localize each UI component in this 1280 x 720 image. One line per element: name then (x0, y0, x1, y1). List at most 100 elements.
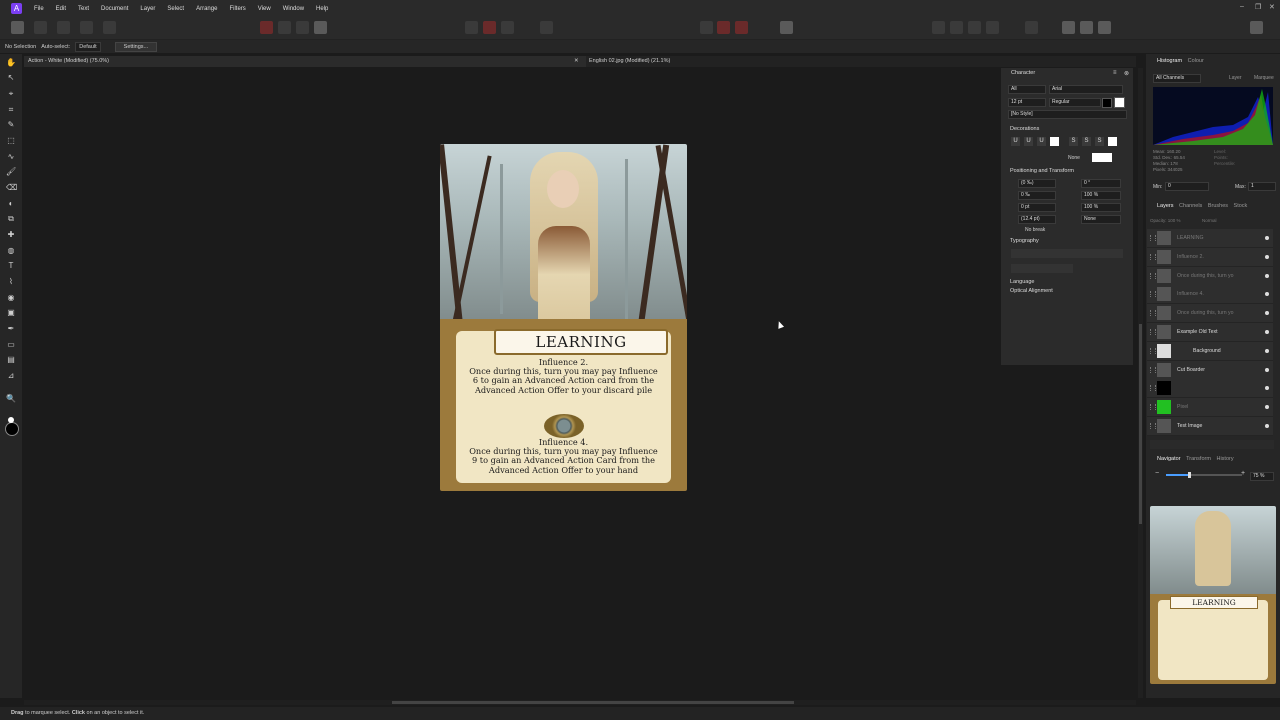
visibility-icon[interactable] (1265, 330, 1269, 334)
drag-handle-icon[interactable] (1150, 404, 1156, 411)
drag-handle-icon[interactable] (1150, 366, 1156, 373)
angle-field[interactable]: 0 ° (1081, 179, 1121, 188)
language-header[interactable]: Language (1010, 279, 1034, 285)
layer-row[interactable] (1147, 379, 1273, 399)
move-tool-icon[interactable]: ✋ (6, 58, 16, 68)
menu-help[interactable]: Help (310, 6, 334, 12)
tab-history[interactable]: History (1216, 456, 1233, 462)
typography-buttons[interactable] (1011, 249, 1123, 258)
decoration-fill-swatch[interactable] (1092, 153, 1112, 162)
rectangle-tool-icon[interactable]: ▭ (6, 340, 16, 350)
quick-mask-icon[interactable] (483, 21, 496, 34)
studio-icon[interactable] (1062, 21, 1075, 34)
visibility-icon[interactable] (1265, 292, 1269, 297)
refine-icon[interactable] (501, 21, 514, 34)
app-logo-icon[interactable]: A (11, 3, 22, 14)
paint-brush-icon[interactable]: 🖌 (6, 167, 16, 177)
eyedropper-icon[interactable]: ⌇ (6, 277, 16, 287)
tab-action-white[interactable]: Action - White (Modified) (75.0%) ✕ (24, 56, 586, 67)
crop-tool-icon[interactable]: ⌖ (6, 89, 16, 99)
develop-persona-icon[interactable] (57, 21, 70, 34)
layer-row[interactable]: Pixel (1147, 398, 1273, 418)
drag-handle-icon[interactable] (1150, 291, 1156, 298)
selection-brush-icon[interactable]: ⌗ (6, 105, 16, 115)
snapping-icon[interactable] (700, 21, 713, 34)
visibility-icon[interactable] (1265, 405, 1269, 410)
view-tool-icon[interactable]: ↖ (6, 73, 16, 83)
tone-mapping-persona-icon[interactable] (80, 21, 93, 34)
arrange-icon[interactable] (1025, 21, 1038, 34)
drag-handle-icon[interactable] (1150, 347, 1156, 354)
visibility-icon[interactable] (1265, 273, 1269, 278)
liquify-persona-icon[interactable] (34, 21, 47, 34)
erase-tool-icon[interactable]: ⌫ (6, 183, 17, 193)
layer-row[interactable]: Test Image (1147, 417, 1273, 436)
panel-scrollbar[interactable] (1138, 68, 1143, 698)
opacity-control[interactable]: Opacity: 100 % (1150, 218, 1181, 223)
visibility-icon[interactable] (1265, 348, 1269, 353)
visibility-icon[interactable] (1265, 311, 1269, 316)
primary-colour-swatch[interactable] (5, 422, 19, 436)
tab-navigator[interactable]: Navigator (1157, 456, 1181, 462)
zoom-tool-icon[interactable]: 🔍 (6, 394, 16, 404)
text-tool-icon[interactable]: T (6, 261, 16, 271)
visibility-icon[interactable] (1265, 386, 1269, 391)
visibility-icon[interactable] (1265, 254, 1269, 259)
menu-arrange[interactable]: Arrange (190, 6, 223, 12)
drag-handle-icon[interactable] (1150, 385, 1156, 392)
menu-layer[interactable]: Layer (134, 6, 161, 12)
tab-layers[interactable]: Layers (1157, 203, 1174, 209)
blend-mode-dropdown[interactable]: Normal (1202, 218, 1217, 223)
text-stroke-swatch[interactable] (1114, 97, 1125, 108)
layer-row[interactable]: Influence 2. (1147, 247, 1273, 267)
menu-edit[interactable]: Edit (50, 6, 72, 12)
font-family-dropdown[interactable]: Arial (1049, 85, 1123, 94)
distribute-icon[interactable] (986, 21, 999, 34)
layer-row[interactable]: Once during this, turn yo (1147, 266, 1273, 286)
menu-filters[interactable]: Filters (223, 6, 251, 12)
freehand-select-icon[interactable]: ∿ (6, 152, 16, 162)
zoom-in-icon[interactable]: + (1241, 470, 1245, 477)
menu-view[interactable]: View (252, 6, 277, 12)
underline-thick-icon[interactable]: U (1037, 137, 1046, 146)
min-field[interactable]: 0 (1165, 182, 1209, 191)
close-tab-icon[interactable]: ✕ (574, 56, 579, 67)
tab-english-02[interactable]: English 02.jpg (Modified) (21.1%) (585, 56, 889, 67)
align-right-icon[interactable] (968, 21, 981, 34)
auto-contrast-icon[interactable] (314, 21, 327, 34)
character-style-dropdown[interactable]: [No Style] (1008, 110, 1127, 119)
cloud-icon[interactable] (1098, 21, 1111, 34)
positioning-header[interactable]: Positioning and Transform (1010, 168, 1074, 174)
minimize-icon[interactable]: – (1240, 3, 1244, 10)
visibility-icon[interactable] (1265, 424, 1269, 428)
menu-file[interactable]: File (28, 6, 50, 12)
blur-tool-icon[interactable]: ◍ (6, 246, 16, 256)
tab-stock[interactable]: Stock (1234, 203, 1248, 209)
assistant-icon[interactable] (717, 21, 730, 34)
macro-icon[interactable] (735, 21, 748, 34)
gradient-tool-icon[interactable]: ▣ (6, 308, 16, 318)
tab-histogram[interactable]: Histogram (1157, 58, 1182, 64)
layer-checkbox-label[interactable]: Layer (1229, 75, 1242, 81)
tab-brushes[interactable]: Brushes (1208, 203, 1228, 209)
horizontal-scale-field[interactable]: 100 % (1081, 191, 1121, 200)
decorations-header[interactable]: Decorations (1010, 126, 1039, 132)
flood-select-icon[interactable]: ✎ (6, 120, 16, 130)
zoom-field[interactable]: 75 % (1250, 472, 1274, 481)
zoom-slider[interactable] (1166, 472, 1242, 478)
clone-tool-icon[interactable]: ⧉ (6, 214, 16, 224)
close-window-icon[interactable]: ✕ (1269, 3, 1275, 11)
typography-extra-buttons[interactable] (1011, 264, 1073, 273)
fill-tool-icon[interactable]: ◉ (6, 293, 16, 303)
no-break-label[interactable]: No break (1025, 227, 1045, 233)
typography-header[interactable]: Typography (1010, 238, 1039, 244)
double-underline-icon[interactable]: U (1024, 137, 1033, 146)
layer-actions-bar[interactable] (1150, 440, 1274, 449)
menu-text[interactable]: Text (72, 6, 95, 12)
layer-row[interactable]: Background (1147, 341, 1273, 361)
export-persona-icon[interactable] (103, 21, 116, 34)
layer-row[interactable]: Influence 4. (1147, 285, 1273, 305)
decoration-colour-swatch[interactable] (1050, 137, 1059, 146)
baseline-field[interactable]: 0 pt (1018, 203, 1056, 212)
histogram-tool-icon[interactable] (260, 21, 273, 34)
